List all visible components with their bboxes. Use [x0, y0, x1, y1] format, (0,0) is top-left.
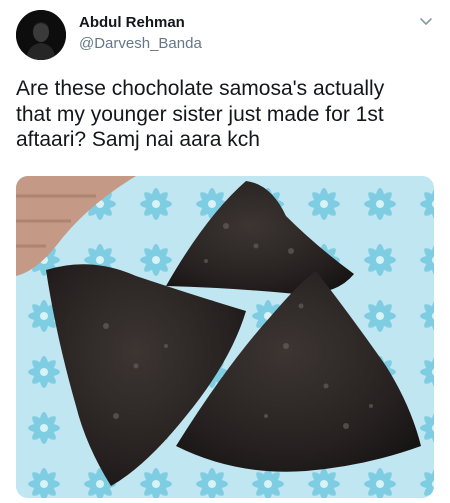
- avatar[interactable]: [16, 10, 66, 60]
- tweet-text: Are these chocholate samosa's actually t…: [16, 77, 385, 151]
- samosa-photo: [16, 176, 434, 498]
- author-name[interactable]: Abdul Rehman: [79, 14, 185, 31]
- chevron-down-icon[interactable]: [417, 13, 435, 31]
- author-handle[interactable]: @Darvesh_Banda: [79, 35, 202, 52]
- tweet-media-image[interactable]: [16, 176, 434, 498]
- tweet-card: Abdul Rehman @Darvesh_Banda Are these ch…: [0, 0, 450, 503]
- avatar-photo-icon: [16, 10, 66, 60]
